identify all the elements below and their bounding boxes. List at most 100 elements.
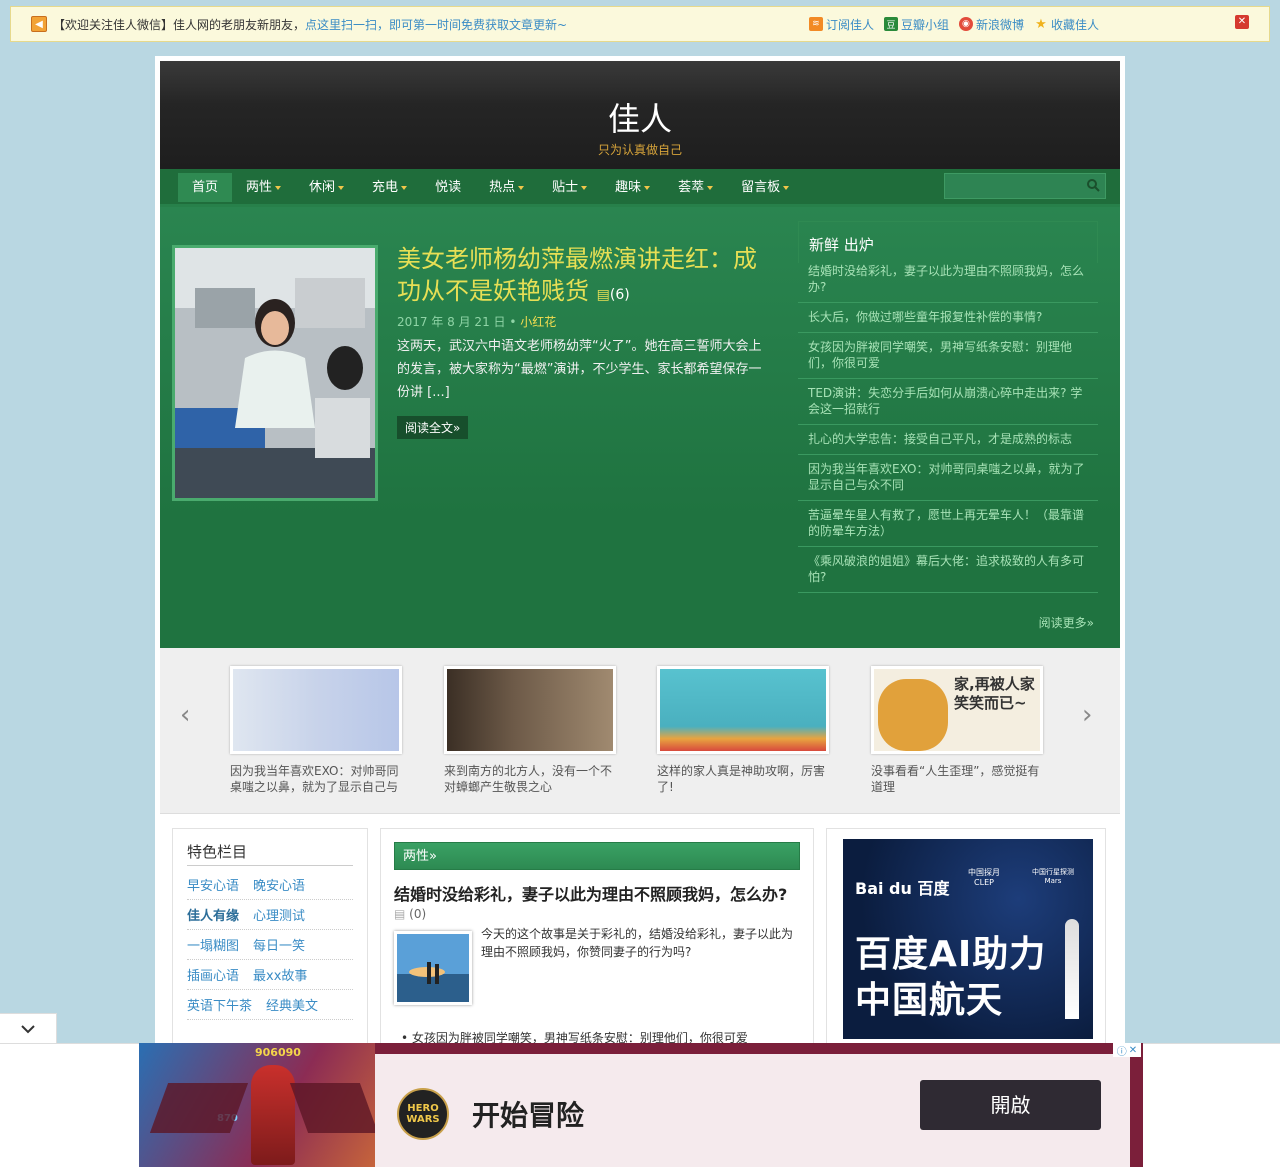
- open-button[interactable]: 開啟: [920, 1080, 1101, 1130]
- column-link[interactable]: 佳人有缘: [187, 905, 239, 924]
- fresh-post-link[interactable]: 因为我当年喜欢EXO：对帅哥同桌嗤之以鼻，就为了显示自己与众不同: [798, 455, 1098, 501]
- special-columns-widget: 特色栏目 早安心语 晚安心语 佳人有缘 心理测试 一塌糊图 每日一笑 插画心语 最xx故…: [172, 828, 368, 1058]
- star-icon: ★: [1035, 16, 1047, 32]
- search-icon[interactable]: [1086, 178, 1100, 192]
- bottom-ad[interactable]: 906090 870 HERO WARS 开始冒险 開啟 ⓘ✕: [139, 1043, 1143, 1167]
- fresh-post-link[interactable]: 女孩因为胖被同学嘲笑，男神写纸条安慰：别理他们，你很可爱: [798, 333, 1098, 379]
- fresh-post-link[interactable]: 扎心的大学忠告：接受自己平凡，才是成熟的标志: [798, 425, 1098, 455]
- info-icon[interactable]: ⓘ: [1117, 1043, 1127, 1058]
- column-link[interactable]: 心理测试: [253, 905, 305, 924]
- carousel-thumb: [230, 666, 402, 754]
- nav-item-gender[interactable]: 两性: [232, 173, 295, 202]
- widget-title: 特色栏目: [187, 841, 353, 866]
- fresh-post-link[interactable]: 《乘风破浪的姐姐》幕后大佬：追求极致的人有多可怕?: [798, 547, 1098, 593]
- baidu-ad-banner[interactable]: Bai du 百度 中国探月 CLEP 中国行星探测 Mars 百度AI助力 中…: [843, 839, 1093, 1039]
- column-link[interactable]: 一塌糊图: [187, 935, 239, 954]
- ad-info-icons[interactable]: ⓘ ✕: [1113, 1043, 1141, 1058]
- caret-down-icon: [644, 185, 651, 190]
- carousel-item[interactable]: 因为我当年喜欢EXO：对帅哥同桌嗤之以鼻，就为了显示自己与: [230, 666, 405, 795]
- fresh-post-link[interactable]: 苦逼晕车星人有救了，愿世上再无晕车人！（最靠谱的防晕车方法）: [798, 501, 1098, 547]
- fresh-post-link[interactable]: 长大后，你做过哪些童年报复性补偿的事情?: [798, 303, 1098, 333]
- nav-item-collection[interactable]: 荟萃: [664, 173, 727, 202]
- carousel-thumb: [657, 666, 829, 754]
- caret-down-icon: [275, 185, 282, 190]
- favorite-link[interactable]: ★ 收藏佳人: [1034, 16, 1099, 33]
- rss-icon: ≋: [808, 17, 823, 31]
- chevron-down-icon: [21, 1025, 35, 1034]
- post-thumbnail[interactable]: [394, 931, 472, 1005]
- featured-title[interactable]: 美女老师杨幼萍最燃演讲走红：成功从不是妖艳贱货 ▤(6): [397, 243, 757, 311]
- column-row: 英语下午茶 经典美文: [187, 990, 353, 1020]
- column-link[interactable]: 最xx故事: [253, 965, 307, 984]
- fresh-posts-widget: 新鲜 出炉 结婚时没给彩礼，妻子以此为理由不照顾我妈，怎么办? 长大后，你做过哪…: [798, 221, 1098, 633]
- widget-title: 新鲜 出炉: [798, 221, 1098, 263]
- nav-item-tips[interactable]: 贴士: [538, 173, 601, 202]
- game-artwork: 906090 870: [139, 1043, 379, 1167]
- site-tagline: 只为认真做自己: [597, 143, 682, 157]
- column-link[interactable]: 早安心语: [187, 875, 239, 894]
- column-row: 插画心语 最xx故事: [187, 960, 353, 990]
- post-carousel: ‹ 因为我当年喜欢EXO：对帅哥同桌嗤之以鼻，就为了显示自己与 来到南方的北方人…: [160, 648, 1120, 814]
- carousel-item[interactable]: 来到南方的北方人，没有一个不对蟑螂产生敬畏之心: [444, 666, 619, 795]
- rocket-icon: [1065, 919, 1079, 1019]
- column-link[interactable]: 经典美文: [266, 995, 318, 1014]
- close-icon[interactable]: ✕: [1129, 1045, 1137, 1056]
- notice-text: 【欢迎关注佳人微信】佳人网的老朋友新朋友，: [53, 17, 306, 32]
- comment-count[interactable]: ▤(6): [597, 287, 630, 303]
- carousel-thumb: [444, 666, 616, 754]
- column-link[interactable]: 英语下午茶: [187, 995, 252, 1014]
- chevron-left-icon[interactable]: ‹: [180, 700, 190, 730]
- speaker-icon: ◀: [31, 16, 47, 32]
- chevron-right-icon[interactable]: ›: [1082, 700, 1092, 730]
- notice-bar: ◀ 【欢迎关注佳人微信】佳人网的老朋友新朋友， 点这里扫一扫，即可第一时间免费获…: [10, 6, 1270, 42]
- nav-item-learn[interactable]: 充电: [358, 173, 421, 202]
- collapse-button[interactable]: [0, 1013, 57, 1043]
- featured-excerpt: 这两天，武汉六中语文老师杨幼萍“火了”。她在高三誓师大会上的发言，被大家称为“最…: [397, 339, 762, 400]
- category-section: 两性» 结婚时没给彩礼，妻子以此为理由不照顾我妈，怎么办? ▤ (0) 今天的这…: [380, 828, 814, 1058]
- nav-item-leisure[interactable]: 休闲: [295, 173, 358, 202]
- column-row: 早安心语 晚安心语: [187, 870, 353, 900]
- search-box: [944, 173, 1106, 199]
- column-link[interactable]: 插画心语: [187, 965, 239, 984]
- caret-down-icon: [401, 185, 408, 190]
- main-nav: 首页 两性 休闲 充电 悦读 热点 贴士 趣味 荟萃 留言板: [160, 169, 1120, 207]
- douban-icon: 豆: [883, 17, 898, 31]
- nav-item-home[interactable]: 首页: [178, 173, 233, 202]
- featured-meta: 2017 年 8 月 21 日 • 小红花: [397, 315, 557, 329]
- douban-link[interactable]: 豆豆瓣小组: [883, 16, 949, 33]
- read-more-link[interactable]: 阅读更多»: [1039, 614, 1094, 631]
- caret-down-icon: [707, 185, 714, 190]
- author-link[interactable]: 小红花: [520, 315, 556, 329]
- featured-image[interactable]: [172, 245, 378, 501]
- carousel-item[interactable]: 这样的家人真是神助攻啊，厉害了!: [657, 666, 832, 795]
- site-title[interactable]: 佳人: [160, 61, 1120, 137]
- mars-logo: 中国行星探测 Mars: [1032, 868, 1074, 885]
- carousel-item[interactable]: 家,再被人家笑笑而已~ 没事看看“人生歪理”，感觉挺有道理: [871, 666, 1046, 795]
- column-link[interactable]: 每日一笑: [253, 935, 305, 954]
- site-header: 佳人 只为认真做自己: [160, 61, 1120, 169]
- comment-icon: ▤: [596, 287, 610, 303]
- post-title[interactable]: 结婚时没给彩礼，妻子以此为理由不照顾我妈，怎么办?: [394, 881, 800, 905]
- column-link[interactable]: 晚安心语: [253, 875, 305, 894]
- post-comment-count[interactable]: ▤ (0): [394, 907, 800, 921]
- caret-down-icon: [581, 185, 588, 190]
- nav-item-reading[interactable]: 悦读: [421, 173, 475, 202]
- baidu-logo: Bai du 百度: [855, 879, 950, 898]
- category-header[interactable]: 两性»: [394, 842, 800, 870]
- fresh-post-link[interactable]: 结婚时没给彩礼，妻子以此为理由不照顾我妈，怎么办?: [798, 263, 1098, 303]
- search-input[interactable]: [945, 174, 1075, 198]
- close-icon[interactable]: ✕: [1235, 15, 1249, 29]
- nav-item-fun[interactable]: 趣味: [601, 173, 664, 202]
- nav-item-guestbook[interactable]: 留言板: [727, 173, 803, 202]
- weibo-link[interactable]: ◉ 新浪微博: [958, 16, 1024, 33]
- read-more-button[interactable]: 阅读全文»: [397, 416, 469, 439]
- subscribe-link[interactable]: ≋ 订阅佳人: [808, 16, 874, 33]
- ad-card: HERO WARS 开始冒险 開啟: [375, 1054, 1130, 1167]
- fresh-post-link[interactable]: TED演讲：失恋分手后如何从崩溃心碎中走出来? 学会这一招就行: [798, 379, 1098, 425]
- weibo-icon: ◉: [958, 17, 973, 31]
- nav-item-hot[interactable]: 热点: [475, 173, 538, 202]
- comment-icon: ▤: [394, 907, 406, 921]
- notice-link[interactable]: 点这里扫一扫，即可第一时间免费获取文章更新~: [305, 16, 567, 33]
- featured-section: 美女老师杨幼萍最燃演讲走红：成功从不是妖艳贱货 ▤(6) 2017 年 8 月 …: [160, 207, 1120, 648]
- carousel-thumb: 家,再被人家笑笑而已~: [871, 666, 1043, 754]
